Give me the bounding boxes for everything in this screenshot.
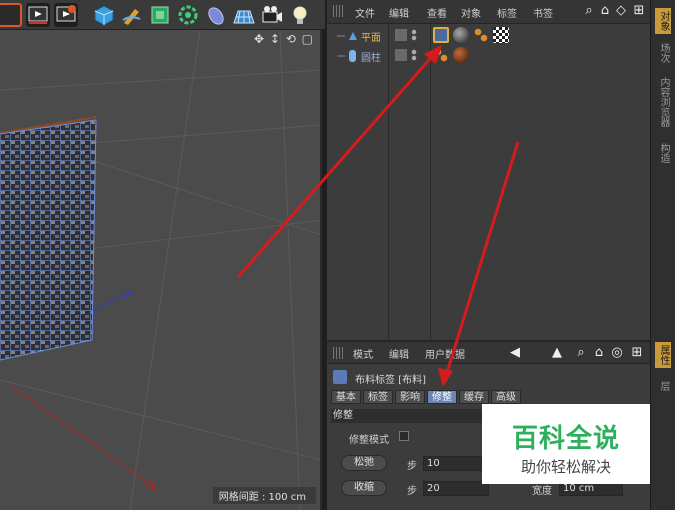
floor-icon[interactable]: [232, 3, 256, 27]
cloth-tag-icon[interactable]: [433, 27, 449, 43]
tab-tag[interactable]: 标签: [363, 390, 393, 404]
tab-advanced[interactable]: 高级: [491, 390, 521, 404]
edit-toggle-icon[interactable]: [395, 29, 407, 41]
menu-file[interactable]: 文件: [355, 5, 375, 20]
cube-icon[interactable]: [92, 3, 116, 27]
relax-button[interactable]: 松弛: [341, 455, 387, 471]
array-icon[interactable]: [176, 3, 200, 27]
shrink-button[interactable]: 收缩: [341, 480, 387, 496]
tab-dresser[interactable]: 修整: [427, 390, 457, 404]
menu-edit[interactable]: 编辑: [389, 346, 409, 361]
attribute-tabs: 基本 标签 影响 修整 缓存 高级: [331, 390, 521, 404]
tab-influence[interactable]: 影响: [395, 390, 425, 404]
visibility-dots-icon[interactable]: [411, 29, 417, 41]
tab-structure[interactable]: 构造: [655, 140, 671, 166]
object-name-cylinder[interactable]: 圆柱: [361, 49, 381, 64]
menu-view[interactable]: 查看: [427, 5, 447, 20]
shrink-steps-label: 步: [407, 486, 417, 497]
attribute-manager-menubar: 模式 编辑 用户数据 ◀ ▲ ⌕ ⌂ ◎ ⊞: [327, 342, 650, 364]
tab-takes[interactable]: 场次: [655, 40, 671, 66]
watermark-subtitle: 助你轻松解决: [520, 458, 611, 476]
tab-basic[interactable]: 基本: [331, 390, 361, 404]
grid-spacing-status: 网格间距 : 100 cm: [212, 487, 316, 504]
tab-layers[interactable]: 层: [655, 378, 671, 394]
attribute-title-bar: 布料标签 [布料]: [327, 366, 651, 388]
watermark-title: 百科全说: [511, 424, 620, 454]
tab-cache[interactable]: 缓存: [459, 390, 489, 404]
viewport-nav-icons[interactable]: ✥ ↕ ⟲ ▢: [254, 32, 314, 46]
right-tab-strip: 对象 场次 内容浏览器 构造 属性 层: [650, 0, 675, 510]
object-row-plane[interactable]: 平面: [327, 26, 651, 46]
relax-steps-label: 步: [407, 461, 417, 472]
relax-steps-field[interactable]: 10: [423, 456, 489, 471]
object-manager-menubar: 文件 编辑 查看 对象 标签 书签 ⌕ ⌂ ◇ ⊞: [327, 0, 650, 24]
object-row-cylinder[interactable]: 圆柱: [327, 46, 651, 66]
shrink-steps-field[interactable]: 20: [423, 481, 489, 496]
menu-edit[interactable]: 编辑: [389, 5, 409, 20]
lock-icon[interactable]: ⌂: [591, 345, 607, 361]
target-icon[interactable]: ◎: [609, 345, 625, 361]
width-label: 宽度: [532, 486, 552, 497]
object-list: 平面 圆柱: [327, 24, 651, 340]
render-settings-icon[interactable]: [54, 3, 78, 27]
material-tag-icon[interactable]: [453, 47, 469, 63]
dress-mode-label: 修整模式: [349, 435, 389, 446]
render-view-icon[interactable]: [26, 3, 50, 27]
grip-icon[interactable]: [333, 347, 345, 359]
tab-content-browser[interactable]: 内容浏览器: [655, 74, 671, 130]
home-icon[interactable]: ⌂: [597, 3, 613, 19]
tab-objects[interactable]: 对象: [655, 8, 671, 34]
viewport-scene: [0, 30, 320, 510]
filter-icon[interactable]: ◇: [613, 3, 629, 19]
checker-tag-icon[interactable]: [493, 27, 509, 43]
object-manager: 文件 编辑 查看 对象 标签 书签 ⌕ ⌂ ◇ ⊞ 平面 圆柱: [326, 0, 650, 340]
watermark-logo: 百科全说 助你轻松解决: [482, 404, 650, 484]
light-icon[interactable]: [288, 3, 312, 27]
texture-tag-icon[interactable]: [433, 47, 449, 63]
3d-viewport[interactable]: ✥ ↕ ⟲ ▢ 网格间距 : 100 cm: [0, 30, 322, 510]
main-toolbar: [0, 0, 325, 30]
subdivision-icon[interactable]: [148, 3, 172, 27]
back-arrow-icon[interactable]: ◀: [507, 345, 523, 361]
grip-icon[interactable]: [333, 5, 345, 17]
menu-user-data[interactable]: 用户数据: [425, 346, 465, 361]
menu-tag[interactable]: 标签: [497, 5, 517, 20]
search-icon[interactable]: ⌕: [573, 345, 589, 361]
render-region-icon[interactable]: [0, 3, 22, 27]
new-window-icon[interactable]: ⊞: [629, 345, 645, 361]
cloth-mesh: [0, 120, 96, 360]
material-tag-icon[interactable]: [453, 27, 469, 43]
texture-tag-icon[interactable]: [473, 27, 489, 43]
deformer-icon[interactable]: [204, 3, 228, 27]
tab-attributes[interactable]: 属性: [655, 342, 671, 368]
new-window-icon[interactable]: ⊞: [631, 3, 647, 19]
up-arrow-icon[interactable]: ▲: [549, 345, 565, 361]
visibility-dots-icon[interactable]: [411, 49, 417, 61]
attribute-title: 布料标签 [布料]: [355, 375, 426, 386]
dress-mode-checkbox[interactable]: [399, 431, 409, 441]
menu-object[interactable]: 对象: [461, 5, 481, 20]
search-icon[interactable]: ⌕: [581, 3, 597, 19]
edit-toggle-icon[interactable]: [395, 49, 407, 61]
menu-mode[interactable]: 模式: [353, 346, 373, 361]
pen-icon[interactable]: [120, 3, 144, 27]
cloth-tag-icon: [333, 370, 347, 384]
menu-bookmark[interactable]: 书签: [533, 5, 553, 20]
camera-icon[interactable]: [260, 3, 284, 27]
object-name-plane[interactable]: 平面: [361, 29, 381, 44]
